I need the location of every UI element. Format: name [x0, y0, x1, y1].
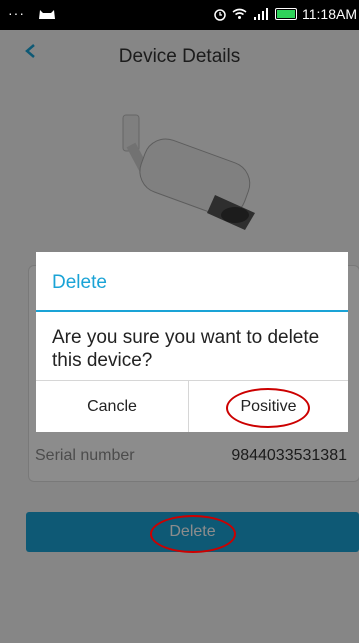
status-bar: ··· 11:18AM — [0, 0, 359, 30]
status-icons: 11:18AM — [213, 6, 357, 22]
alarm-icon — [214, 9, 226, 21]
dialog-message: Are you sure you want to delete this dev… — [52, 327, 320, 371]
notification-icon — [39, 10, 55, 19]
battery-icon — [275, 8, 297, 20]
delete-confirm-dialog: Delete Are you sure you want to delete t… — [36, 252, 348, 432]
dialog-title: Delete — [52, 272, 107, 293]
wifi-icon — [232, 8, 247, 19]
status-time: 11:18AM — [302, 6, 357, 22]
cancel-button[interactable]: Cancle — [36, 381, 188, 432]
dialog-divider — [36, 310, 348, 312]
status-dots: ··· — [8, 5, 25, 21]
signal-icon — [254, 8, 268, 20]
positive-button[interactable]: Positive — [189, 381, 348, 432]
